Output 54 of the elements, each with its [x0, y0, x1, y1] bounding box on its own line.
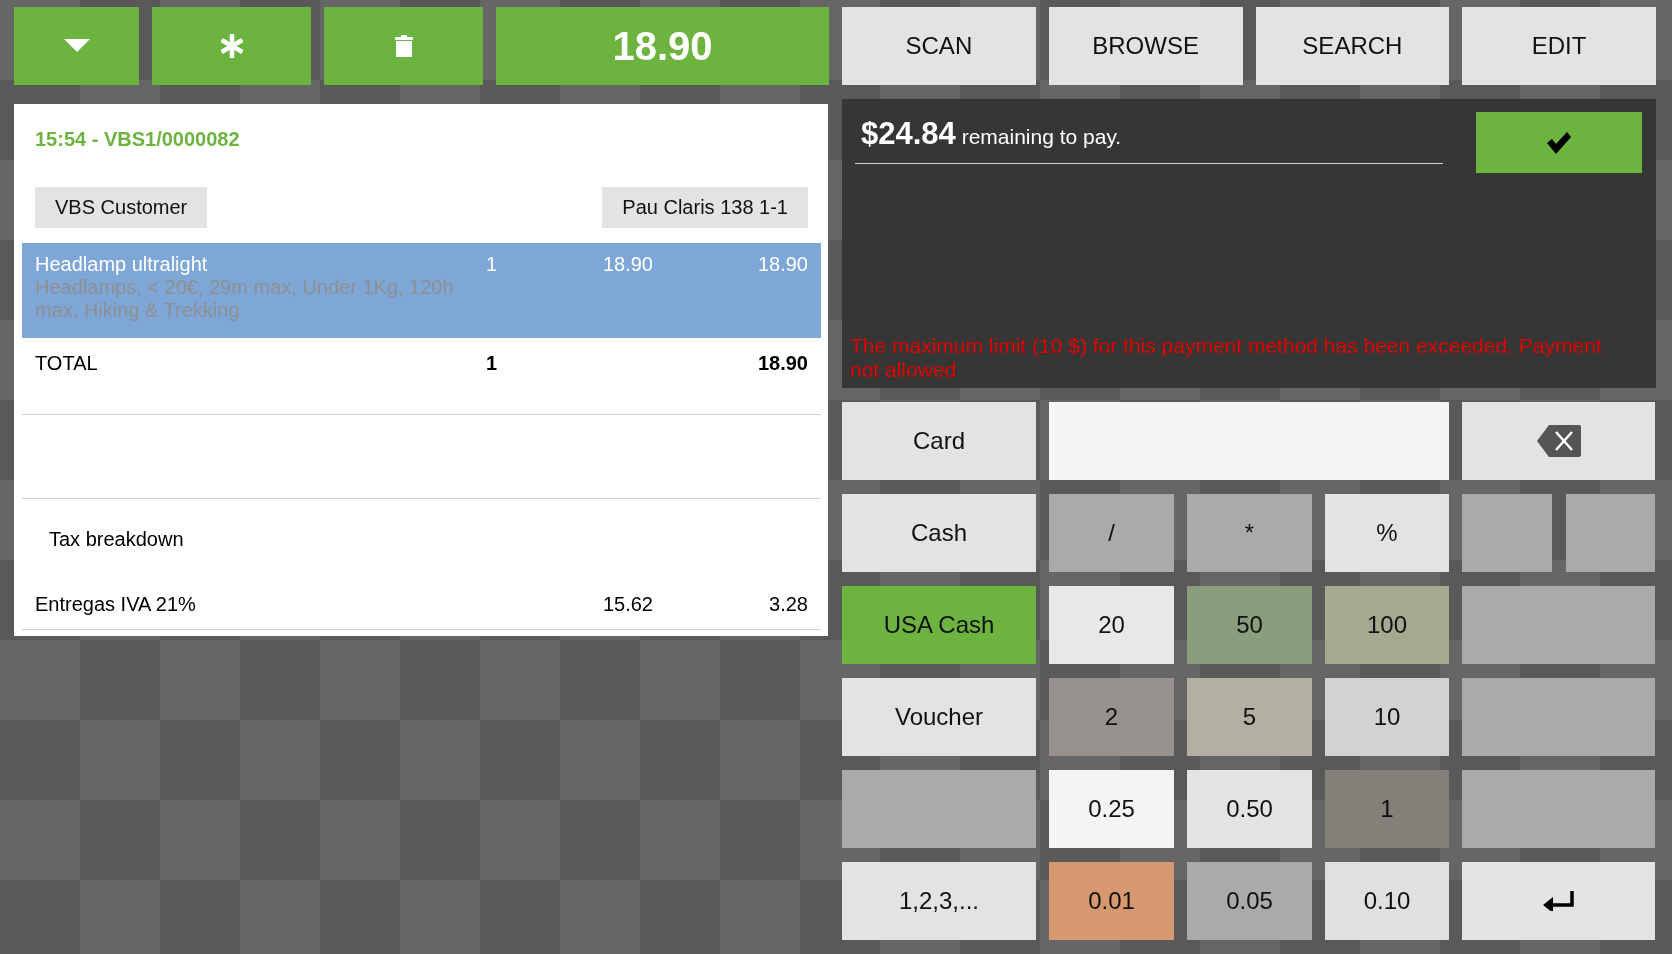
checkmark-icon — [1547, 131, 1571, 154]
line-amount: 18.90 — [756, 253, 808, 277]
total-quantity: 1 — [484, 352, 497, 375]
delete-button[interactable] — [324, 7, 483, 85]
keypad-key[interactable]: 10 — [1325, 678, 1449, 756]
amount-input-field[interactable] — [1049, 402, 1449, 480]
keypad-key[interactable]: 50 — [1187, 586, 1312, 664]
address-button[interactable]: Pau Claris 138 1-1 — [602, 187, 808, 228]
keypad-key[interactable]: 20 — [1049, 586, 1174, 664]
payment-method-button[interactable]: Voucher — [842, 678, 1036, 756]
asterisk-button[interactable] — [152, 7, 311, 85]
backspace-button[interactable] — [1462, 402, 1655, 480]
nav-button[interactable]: BROWSE — [1048, 7, 1243, 85]
dropdown-button[interactable] — [14, 7, 139, 85]
nav-button[interactable]: EDIT — [1462, 7, 1656, 85]
nav-button[interactable]: SEARCH — [1255, 7, 1450, 85]
total-amount: 18.90 — [756, 352, 808, 375]
product-description: Headlamps, < 20€, 29m max, Under 1Kg, 120h max, Hiking & Trekking — [35, 276, 455, 322]
keypad-key[interactable]: * — [1187, 494, 1312, 572]
backspace-icon — [1536, 425, 1581, 457]
error-message: The maximum limit (10 $) for this payment method has been exceeded. Payment not allowed — [850, 334, 1603, 382]
keypad-key[interactable]: 0.25 — [1049, 770, 1174, 848]
enter-icon — [1542, 891, 1575, 911]
keypad-key[interactable]: 0.10 — [1325, 862, 1449, 940]
tax-breakdown-title: Tax breakdown — [49, 528, 184, 550]
dropdown-icon — [63, 39, 90, 53]
keypad-key[interactable]: 2 — [1049, 678, 1174, 756]
keypad-key[interactable]: 0.50 — [1187, 770, 1312, 848]
asterisk-icon — [219, 34, 244, 58]
payment-method-button[interactable]: Card — [842, 402, 1036, 480]
keypad-key[interactable]: 0.05 — [1187, 862, 1312, 940]
trash-icon — [394, 35, 413, 57]
product-name: Headlamp ultralight — [35, 253, 209, 276]
keypad-key[interactable]: 100 — [1325, 586, 1449, 664]
keypad-key[interactable]: 0.01 — [1049, 862, 1174, 940]
quantity: 1 — [484, 253, 497, 277]
total-label: TOTAL — [35, 352, 99, 375]
tax-base: 15.62 — [601, 592, 653, 616]
keypad-key[interactable]: 1 — [1325, 770, 1449, 848]
receipt-header: 15:54 - VBS1/0000082 — [35, 128, 240, 150]
payment-method-button[interactable]: 1,2,3,... — [842, 862, 1036, 940]
keypad-key[interactable]: / — [1049, 494, 1174, 572]
nav-button[interactable]: SCAN — [842, 7, 1036, 85]
payment-method-button[interactable]: Cash — [842, 494, 1036, 572]
tax-amount: 3.28 — [768, 592, 808, 616]
unit-price: 18.90 — [601, 253, 653, 277]
customer-button[interactable]: VBS Customer — [35, 187, 208, 228]
confirm-button[interactable] — [1476, 112, 1642, 173]
keypad-key[interactable]: % — [1325, 494, 1449, 572]
remaining-text: $24.84 remaining to pay. — [855, 112, 1443, 164]
payment-method-button[interactable]: USA Cash — [842, 586, 1036, 664]
tax-name: Entregas IVA 21% — [35, 592, 197, 616]
keypad-key[interactable]: 5 — [1187, 678, 1312, 756]
enter-button[interactable] — [1462, 862, 1655, 940]
